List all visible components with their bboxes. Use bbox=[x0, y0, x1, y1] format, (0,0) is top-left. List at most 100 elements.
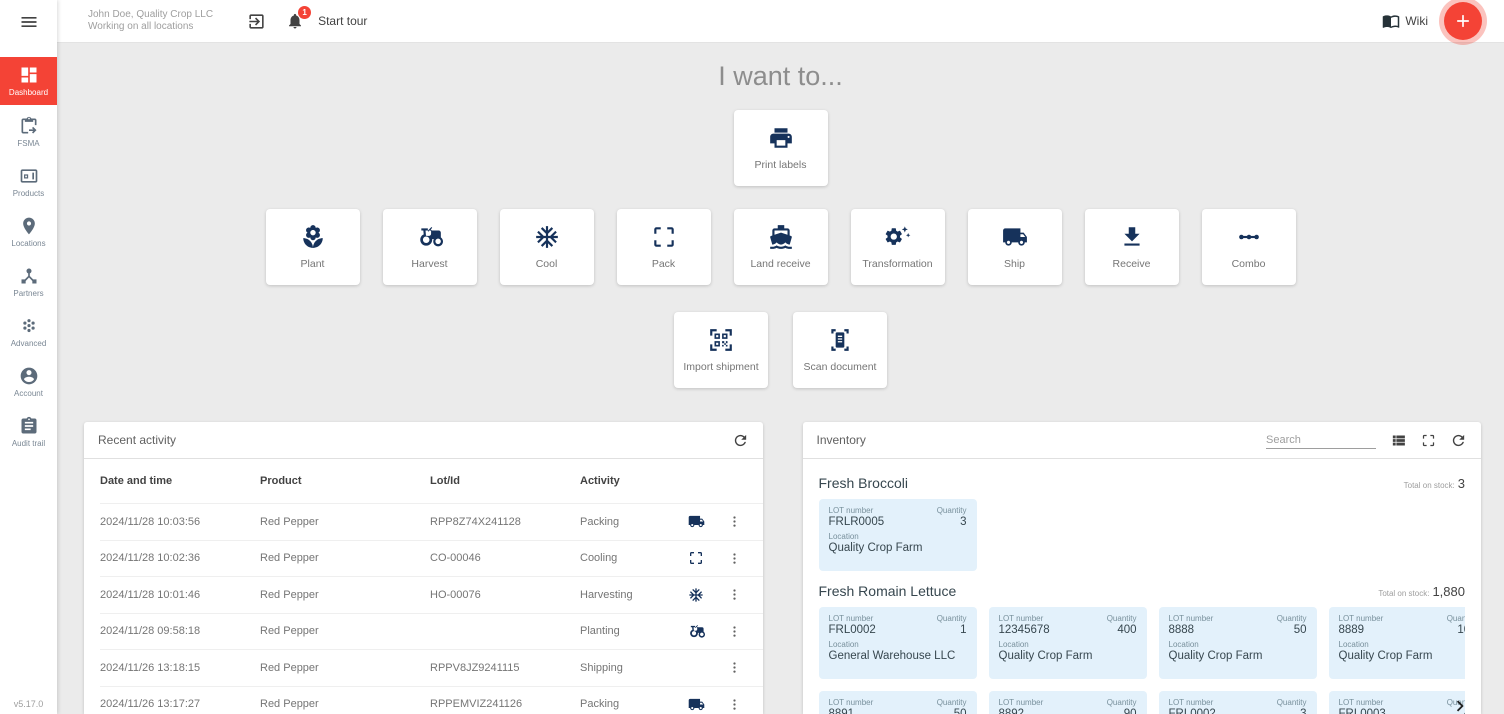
action-card-pack[interactable]: Pack bbox=[617, 209, 711, 285]
action-label: Land receive bbox=[750, 258, 810, 270]
cell-lot: HO-00076 bbox=[430, 589, 580, 601]
expand-icon bbox=[1421, 433, 1436, 448]
refresh-icon bbox=[1450, 432, 1467, 449]
refresh-button[interactable] bbox=[732, 432, 749, 449]
table-row[interactable]: 2024/11/28 10:02:36 Red Pepper CO-00046 … bbox=[100, 540, 763, 577]
table-row[interactable]: 2024/11/28 10:01:46 Red Pepper HO-00076 … bbox=[100, 576, 763, 613]
total-on-stock: Total on stock:3 bbox=[1404, 476, 1465, 491]
add-button[interactable] bbox=[1444, 2, 1482, 40]
lot-card[interactable]: LOT numberFRLR0005 Quantity3 Location Qu… bbox=[819, 499, 977, 571]
lot-card[interactable]: LOT numberFRL0002 Quantity1 Location Gen… bbox=[819, 607, 977, 679]
sidebar-item-label: Audit trail bbox=[12, 439, 45, 448]
action-card-cool[interactable]: Cool bbox=[500, 209, 594, 285]
sidebar-item-advanced[interactable]: Advanced bbox=[0, 307, 57, 357]
sidebar-item-products[interactable]: Products bbox=[0, 157, 57, 207]
sidebar-item-audit-trail[interactable]: Audit trail bbox=[0, 407, 57, 457]
app-version: v5.17.0 bbox=[0, 693, 57, 714]
plus-icon bbox=[1453, 11, 1473, 31]
table-row[interactable]: 2024/11/28 10:03:56 Red Pepper RPP8Z74X2… bbox=[100, 503, 763, 540]
lot-card[interactable]: LOT number8891 Quantity50 Location bbox=[819, 691, 977, 714]
list-view-button[interactable] bbox=[1390, 432, 1407, 449]
sidebar-item-partners[interactable]: Partners bbox=[0, 257, 57, 307]
start-tour-link[interactable]: Start tour bbox=[318, 14, 367, 28]
table-row[interactable]: 2024/11/26 13:17:27 Red Pepper RPPEMVIZ2… bbox=[100, 686, 763, 714]
action-label: Receive bbox=[1113, 258, 1151, 270]
action-label: Harvest bbox=[411, 258, 447, 270]
quantity-label: Quantity bbox=[1447, 614, 1465, 623]
lot-card[interactable]: LOT numberFRL0003 Quantity48 Location bbox=[1329, 691, 1466, 714]
cell-activity: Harvesting bbox=[580, 589, 678, 601]
truck-icon[interactable] bbox=[688, 696, 705, 713]
tractor-icon bbox=[417, 224, 443, 250]
row-menu-button[interactable] bbox=[714, 587, 754, 602]
refresh-button[interactable] bbox=[1450, 432, 1467, 449]
action-card-land-receive[interactable]: Land receive bbox=[734, 209, 828, 285]
cell-product: Red Pepper bbox=[260, 698, 430, 710]
row-menu-button[interactable] bbox=[714, 624, 754, 639]
pack-brackets-icon[interactable] bbox=[688, 550, 704, 566]
lot-card[interactable]: LOT numberFRL0002 Quantity3 Location bbox=[1159, 691, 1317, 714]
recent-activity-panel: Recent activity Date and time Product Lo… bbox=[84, 422, 763, 714]
lot-card[interactable]: LOT number8888 Quantity50 Location Quali… bbox=[1159, 607, 1317, 679]
sidebar-item-label: Partners bbox=[13, 289, 43, 298]
cell-datetime: 2024/11/26 13:18:15 bbox=[100, 662, 260, 674]
download-icon bbox=[1119, 224, 1145, 250]
table-row[interactable]: 2024/11/28 09:58:18 Red Pepper Planting bbox=[100, 613, 763, 650]
action-card-plant[interactable]: Plant bbox=[266, 209, 360, 285]
action-card-ship[interactable]: Ship bbox=[968, 209, 1062, 285]
inventory-panel: Inventory Fresh Broccoli bbox=[803, 422, 1482, 714]
logout-button[interactable] bbox=[247, 12, 266, 31]
row-menu-button[interactable] bbox=[714, 514, 754, 529]
table-row[interactable]: 2024/11/26 13:18:15 Red Pepper RPPV8JZ92… bbox=[100, 649, 763, 686]
cell-activity: Planting bbox=[580, 625, 678, 637]
truck-icon[interactable] bbox=[688, 513, 705, 530]
action-card-harvest[interactable]: Harvest bbox=[383, 209, 477, 285]
action-card-print-labels[interactable]: Print labels bbox=[734, 110, 828, 186]
lot-card-row: LOT numberFRLR0005 Quantity3 Location Qu… bbox=[819, 499, 1466, 571]
inventory-group-header: Fresh Romain Lettuce Total on stock:1,88… bbox=[819, 583, 1466, 599]
lot-card[interactable]: LOT number12345678 Quantity400 Location … bbox=[989, 607, 1147, 679]
panel-title: Recent activity bbox=[98, 433, 176, 447]
action-card-transformation[interactable]: Transformation bbox=[851, 209, 945, 285]
cell-lot: RPP8Z74X241128 bbox=[430, 516, 580, 528]
row-menu-button[interactable] bbox=[714, 697, 754, 712]
tractor-icon[interactable] bbox=[688, 623, 705, 640]
account-icon bbox=[19, 366, 39, 386]
printer-icon bbox=[768, 125, 794, 151]
lot-number-label: LOT number bbox=[829, 614, 876, 623]
refresh-icon bbox=[732, 432, 749, 449]
sidebar-item-account[interactable]: Account bbox=[0, 357, 57, 407]
cell-product: Red Pepper bbox=[260, 662, 430, 674]
pack-brackets-icon bbox=[651, 224, 677, 250]
action-card-scan-document[interactable]: Scan document bbox=[793, 312, 887, 388]
quantity-label: Quantity bbox=[937, 698, 967, 707]
action-card-combo[interactable]: Combo bbox=[1202, 209, 1296, 285]
snowflake-icon bbox=[534, 224, 560, 250]
clipboard-lines-icon bbox=[19, 416, 39, 436]
lot-number-label: LOT number bbox=[1339, 698, 1386, 707]
lot-number-value: FRL0003 bbox=[1339, 708, 1386, 714]
sidebar-item-dashboard[interactable]: Dashboard bbox=[0, 57, 57, 105]
search-input[interactable] bbox=[1266, 432, 1376, 449]
notifications-button[interactable]: 1 bbox=[286, 12, 304, 30]
featured-action-row: Print labels bbox=[57, 110, 1504, 186]
expand-button[interactable] bbox=[1421, 432, 1436, 448]
sidebar-item-fsma[interactable]: FSMA bbox=[0, 107, 57, 157]
row-menu-button[interactable] bbox=[714, 660, 754, 675]
cell-product: Red Pepper bbox=[260, 516, 430, 528]
cell-lot: RPPV8JZ9241115 bbox=[430, 662, 580, 674]
sidebar-item-locations[interactable]: Locations bbox=[0, 207, 57, 257]
carousel-next-button[interactable] bbox=[1447, 693, 1473, 714]
lot-card[interactable]: LOT number8889 Quantity100 Location Qual… bbox=[1329, 607, 1466, 679]
action-card-receive[interactable]: Receive bbox=[1085, 209, 1179, 285]
column-header: Lot/Id bbox=[430, 475, 580, 487]
list-view-icon bbox=[1390, 432, 1407, 449]
product-name: Fresh Romain Lettuce bbox=[819, 583, 957, 599]
wiki-link[interactable]: Wiki bbox=[1382, 12, 1428, 30]
snowflake-icon[interactable] bbox=[688, 587, 704, 603]
menu-button[interactable] bbox=[0, 0, 57, 43]
lot-card[interactable]: LOT number8892 Quantity90 Location bbox=[989, 691, 1147, 714]
row-menu-button[interactable] bbox=[714, 551, 754, 566]
action-card-import-shipment[interactable]: Import shipment bbox=[674, 312, 768, 388]
activity-table-header: Date and time Product Lot/Id Activity bbox=[100, 459, 763, 503]
